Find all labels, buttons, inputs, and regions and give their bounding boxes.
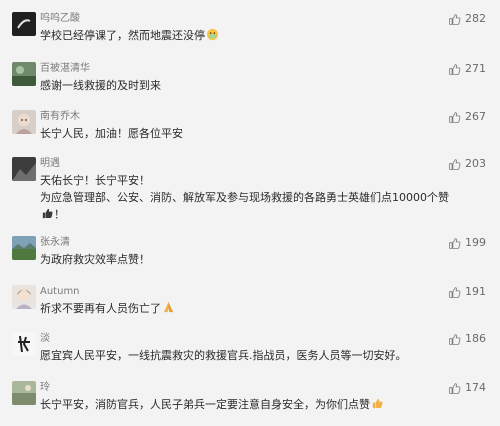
- comment-line: 为应急管理部、公安、消防、解放军及参与现场救援的各路勇士英雄们点10000个赞: [40, 191, 449, 204]
- avatar[interactable]: [12, 332, 36, 356]
- comment-text: 祈求不要再有人员伤亡了: [40, 300, 440, 317]
- commenter-name[interactable]: Autumn: [40, 285, 80, 299]
- comment-line: 感谢一线救援的及时到来: [40, 79, 161, 92]
- avatar[interactable]: [12, 110, 36, 134]
- comment-text: 愿宜宾人民平安，一线抗震救灾的救援官兵.指战员，医务人员等一切安好。: [40, 347, 440, 364]
- like-button[interactable]: 267: [448, 110, 486, 124]
- comment-text: 感谢一线救援的及时到来: [40, 77, 440, 94]
- thumbs-up-icon: [448, 382, 461, 395]
- thumbs-up-icon: [448, 13, 461, 26]
- comment-line: 愿宜宾人民平安，一线抗震救灾的救援官兵.指战员，医务人员等一切安好。: [40, 349, 407, 362]
- comment-text: 为政府救灾效率点赞！: [40, 251, 440, 268]
- praying-hands-emoji: [162, 301, 175, 314]
- commenter-name[interactable]: 南有乔木: [40, 110, 80, 124]
- comment-line: 祈求不要再有人员伤亡了: [40, 302, 161, 315]
- like-count: 199: [465, 236, 486, 249]
- thumbs-up-icon: [448, 158, 461, 171]
- like-button[interactable]: 199: [448, 236, 486, 250]
- commenter-name[interactable]: 百被湛清华: [40, 62, 90, 76]
- thumbs-up-icon: [448, 111, 461, 124]
- like-button[interactable]: 271: [448, 62, 486, 76]
- like-count: 271: [465, 62, 486, 75]
- commenter-name[interactable]: 明遇: [40, 157, 60, 171]
- like-count: 174: [465, 381, 486, 394]
- avatar[interactable]: [12, 285, 36, 309]
- like-button[interactable]: 203: [448, 157, 486, 171]
- thumbs-up-emoji: [371, 397, 384, 410]
- avatar[interactable]: [12, 236, 36, 260]
- thumbs-up-icon: [448, 63, 461, 76]
- avatar[interactable]: [12, 12, 36, 36]
- thumbs-up-icon: [448, 333, 461, 346]
- like-button[interactable]: 186: [448, 332, 486, 346]
- comment-text: 天佑长宁！长宁平安！ 为应急管理部、公安、消防、解放军及参与现场救援的各路勇士英…: [40, 172, 449, 223]
- like-button[interactable]: 282: [448, 12, 486, 26]
- commenter-name[interactable]: 玲: [40, 381, 50, 395]
- like-count: 282: [465, 12, 486, 25]
- thumbs-up-emoji: [41, 207, 54, 220]
- avatar[interactable]: [12, 381, 36, 405]
- comment-line: 长宁平安，消防官兵，人民子弟兵一定要注意自身安全，为你们点赞: [40, 398, 370, 411]
- like-count: 191: [465, 285, 486, 298]
- comment-line: ！: [54, 208, 65, 221]
- like-count: 203: [465, 157, 486, 170]
- like-count: 267: [465, 110, 486, 123]
- avatar[interactable]: [12, 62, 36, 86]
- comment-text: 长宁平安，消防官兵，人民子弟兵一定要注意自身安全，为你们点赞: [40, 396, 440, 413]
- avatar[interactable]: [12, 157, 36, 181]
- comment-list: 呜呜乙酸 学校已经停课了，然而地震还没停 282 百被湛清华 感谢一线救援的及时…: [0, 0, 500, 426]
- comment-line: 为政府救灾效率点赞！: [40, 253, 150, 266]
- mask-face-emoji: [206, 28, 219, 41]
- comment-line: 长宁人民，加油！愿各位平安: [40, 127, 183, 140]
- like-button[interactable]: 191: [448, 285, 486, 299]
- thumbs-up-icon: [448, 286, 461, 299]
- comment-line: 天佑长宁！长宁平安！: [40, 174, 150, 187]
- like-button[interactable]: 174: [448, 381, 486, 395]
- thumbs-up-icon: [448, 237, 461, 250]
- comment-text: 长宁人民，加油！愿各位平安: [40, 125, 440, 142]
- comment-line: 学校已经停课了，然而地震还没停: [40, 29, 205, 42]
- comment-text: 学校已经停课了，然而地震还没停: [40, 27, 440, 44]
- like-count: 186: [465, 332, 486, 345]
- commenter-name[interactable]: 呜呜乙酸: [40, 12, 80, 26]
- commenter-name[interactable]: 淡: [40, 332, 50, 346]
- commenter-name[interactable]: 张永清: [40, 236, 70, 250]
